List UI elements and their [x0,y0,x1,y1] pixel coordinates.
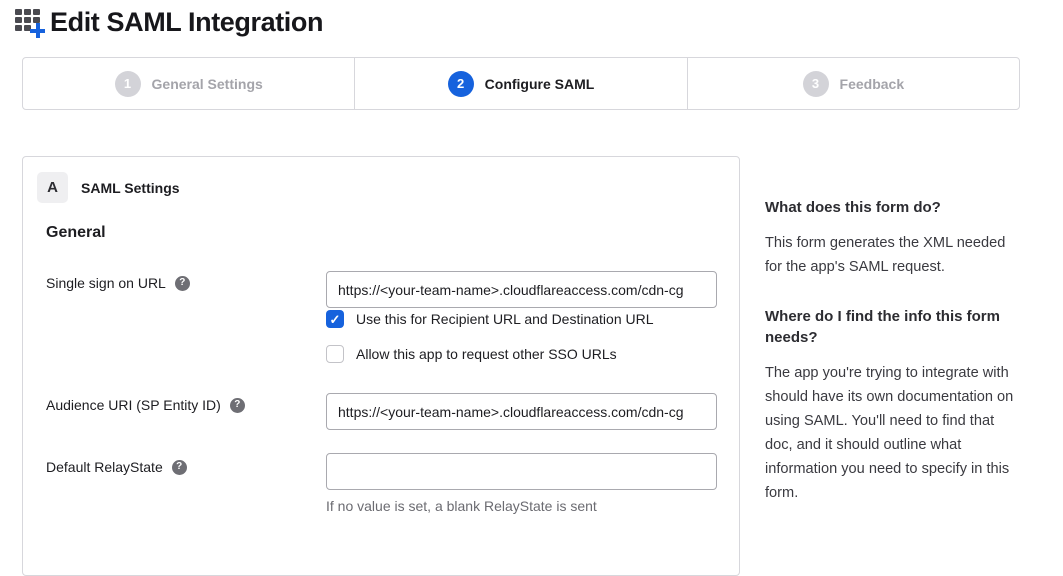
section-title: SAML Settings [81,180,180,196]
wizard-step-general-settings[interactable]: 1 General Settings [23,58,355,109]
page-header: Edit SAML Integration [14,4,323,40]
help-sidebar: What does this form do? This form genera… [765,197,1018,532]
recipient-url-checkbox[interactable]: ✓ [326,310,344,328]
step-label: Configure SAML [485,76,595,92]
step-label: General Settings [152,76,263,92]
step-number-badge: 2 [448,71,474,97]
section-badge: A [37,172,68,203]
wizard-stepper: 1 General Settings 2 Configure SAML 3 Fe… [22,57,1020,110]
audience-uri-label: Audience URI (SP Entity ID) ? [46,397,245,413]
group-heading: General [46,224,106,242]
other-sso-checkbox-label[interactable]: Allow this app to request other SSO URLs [356,346,617,362]
relay-state-label: Default RelayState ? [46,459,187,475]
help-body-find-info: The app you're trying to integrate with … [765,361,1018,505]
audience-uri-input[interactable] [326,393,717,430]
check-icon: ✓ [330,313,341,326]
help-heading-form-purpose: What does this form do? [765,197,1018,218]
step-number-badge: 3 [803,71,829,97]
recipient-url-checkbox-label[interactable]: Use this for Recipient URL and Destinati… [356,311,654,327]
sso-url-label: Single sign on URL ? [46,275,190,291]
plus-icon [30,23,45,38]
sso-url-input[interactable] [326,271,717,308]
page-title: Edit SAML Integration [50,4,323,40]
help-icon[interactable]: ? [175,276,190,291]
step-label: Feedback [840,76,905,92]
relay-state-hint: If no value is set, a blank RelayState i… [326,498,597,514]
help-body-form-purpose: This form generates the XML needed for t… [765,231,1018,279]
wizard-step-feedback[interactable]: 3 Feedback [688,58,1019,109]
help-icon[interactable]: ? [172,460,187,475]
other-sso-checkbox[interactable]: ✓ [326,345,344,363]
saml-settings-panel: A SAML Settings General Single sign on U… [22,156,740,576]
wizard-step-configure-saml[interactable]: 2 Configure SAML [355,58,687,109]
step-number-badge: 1 [115,71,141,97]
recipient-url-checkbox-row: ✓ Use this for Recipient URL and Destina… [326,310,654,328]
help-icon[interactable]: ? [230,398,245,413]
other-sso-checkbox-row: ✓ Allow this app to request other SSO UR… [326,345,617,363]
help-heading-find-info: Where do I find the info this form needs… [765,306,1018,348]
app-grid-plus-icon [14,5,46,39]
relay-state-input[interactable] [326,453,717,490]
